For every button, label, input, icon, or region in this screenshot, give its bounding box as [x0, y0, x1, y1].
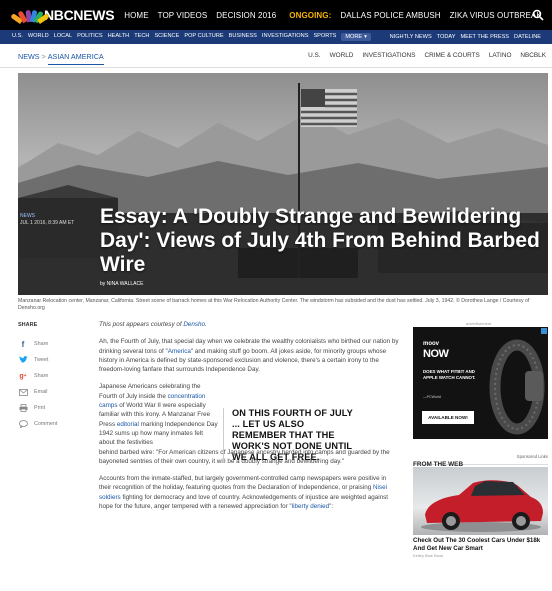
breadcrumb-asian-america[interactable]: ASIAN AMERICA	[47, 52, 104, 65]
ad-brand: NOW	[423, 348, 449, 360]
article-body: This post appears courtesy of Densho. Ah…	[99, 320, 399, 519]
subnav-business[interactable]: BUSINESS	[229, 33, 257, 41]
share-twitter[interactable]: Tweet	[18, 352, 88, 368]
hero-image: NEWS JUL 1 2016, 8:39 AM ET Essay: A 'Do…	[18, 73, 548, 295]
secnav-world[interactable]: WORLD	[330, 52, 354, 59]
ad-text: DOES WHAT FITBIT AND APPLE WATCH CANNOT.	[423, 369, 476, 380]
share-label: Share	[34, 341, 49, 347]
nav-home[interactable]: HOME	[124, 11, 148, 20]
subnav-politics[interactable]: POLITICS	[77, 33, 103, 41]
subnav-health[interactable]: HEALTH	[108, 33, 130, 41]
top-bar: NBCNEWS HOME TOP VIDEOS DECISION 2016 ON…	[0, 0, 552, 30]
subnav-pop-culture[interactable]: POP CULTURE	[184, 33, 223, 41]
article-title: Essay: A 'Doubly Strange and Bewildering…	[100, 205, 540, 276]
comment-icon	[18, 419, 28, 429]
subnav-investigations[interactable]: INVESTIGATIONS	[262, 33, 309, 41]
search-icon[interactable]	[532, 9, 544, 21]
p3-text-b: fighting for democracy and love of count…	[99, 493, 389, 511]
subnav-us[interactable]: U.S.	[12, 33, 23, 41]
secnav-us[interactable]: U.S.	[308, 52, 320, 59]
subnav-today[interactable]: TODAY	[437, 34, 456, 40]
nav-decision-2016[interactable]: DECISION 2016	[216, 11, 276, 20]
share-googleplus[interactable]: g + Share	[18, 368, 88, 384]
densho-link[interactable]: Densho	[183, 321, 205, 328]
secnav-nbcblk[interactable]: NBCBLK	[520, 52, 546, 59]
from-the-web-header: FROM THE WEB Sponsored Links	[413, 453, 548, 468]
subnav-local[interactable]: LOCAL	[54, 33, 72, 41]
liberty-denied-link[interactable]: liberty denied	[292, 503, 329, 510]
subnav-dateline[interactable]: DATELINE	[514, 34, 541, 40]
hero-tag[interactable]: NEWS	[20, 213, 35, 219]
sponsored-links[interactable]: Sponsored Links	[517, 454, 548, 459]
subnav-nightly-news[interactable]: NIGHTLY NEWS	[390, 34, 432, 40]
pull-quote: ON THIS FOURTH OF JULY ... LET US ALSO R…	[223, 408, 353, 463]
share-rail: SHARE f Share Tweet g + Share Email Print…	[18, 322, 88, 432]
intro-end: .	[205, 321, 207, 328]
share-label: Email	[34, 389, 48, 395]
paragraph-2: Japanese Americans celebrating the Fourt…	[99, 382, 219, 447]
hero-date: JUL 1 2016, 8:39 AM ET	[20, 220, 75, 226]
share-title: SHARE	[18, 322, 38, 328]
subnav-meet-the-press[interactable]: MEET THE PRESS	[460, 34, 509, 40]
breadcrumb-news[interactable]: NEWS	[18, 52, 40, 61]
p3-text-a: Accounts from the inmate-staffed, but la…	[99, 475, 387, 492]
share-label: Print	[34, 405, 46, 411]
secnav-crime-courts[interactable]: CRIME & COURTS	[425, 52, 480, 59]
share-label: Share	[34, 373, 49, 379]
advertisement[interactable]: moov NOW DOES WHAT FITBIT AND APPLE WATC…	[413, 327, 548, 439]
p3-text-c: ":	[329, 503, 334, 511]
car-image	[421, 480, 543, 532]
nav-top-videos[interactable]: TOP VIDEOS	[158, 11, 208, 20]
sponsored-title[interactable]: Check Out The 30 Coolest Cars Under $18k…	[413, 537, 548, 552]
twitter-icon	[18, 355, 28, 365]
logo-text: NBCNEWS	[44, 7, 115, 23]
ongoing-label: ONGOING:	[289, 10, 332, 20]
advertisement-label: advertisement	[466, 321, 492, 326]
share-label: Comment	[34, 421, 58, 427]
ad-cta-button[interactable]: AVAILABLE NOW!	[422, 411, 474, 424]
ad-brand-small: moov	[423, 341, 440, 347]
article-intro: This post appears courtesy of Densho.	[99, 320, 399, 329]
section-nav: U.S. WORLD INVESTIGATIONS CRIME & COURTS…	[299, 52, 546, 59]
editorial-link[interactable]: editorial	[117, 421, 139, 428]
subnav-world[interactable]: WORLD	[28, 33, 49, 41]
america-link[interactable]: America	[168, 348, 191, 355]
breadcrumb-row: NEWS > ASIAN AMERICA U.S. WORLD INVESTIGAT…	[0, 44, 552, 68]
section-bar: U.S. WORLD LOCAL POLITICS HEALTH TECH SC…	[0, 30, 552, 44]
photo-caption: Manzanar Relocation center, Manzanar, Ca…	[18, 298, 530, 311]
paragraph-1: Ah, the Fourth of July, that special day…	[99, 337, 399, 374]
googleplus-icon: g +	[19, 372, 27, 380]
subnav-science[interactable]: SCIENCE	[154, 33, 179, 41]
sponsored-source: Kelley Blue Book	[413, 553, 444, 558]
breadcrumb-separator: >	[41, 52, 46, 61]
chevron-down-icon: ▾	[364, 34, 367, 40]
peacock-icon	[10, 8, 50, 25]
subnav-sports[interactable]: SPORTS	[313, 33, 336, 41]
ongoing-zika[interactable]: ZIKA VIRUS OUTBREAK	[450, 11, 542, 20]
share-label: Tweet	[34, 357, 49, 363]
more-button[interactable]: MORE ▾	[341, 33, 371, 41]
subnav-tech[interactable]: TECH	[134, 33, 149, 41]
secnav-investigations[interactable]: INVESTIGATIONS	[362, 52, 415, 59]
share-comment[interactable]: Comment	[18, 416, 88, 432]
secnav-latino[interactable]: LATINO	[489, 52, 512, 59]
paragraph-3: Accounts from the inmate-staffed, but la…	[99, 474, 399, 511]
share-facebook[interactable]: f Share	[18, 336, 88, 352]
breadcrumb: NEWS > ASIAN AMERICA	[18, 52, 104, 65]
print-icon	[18, 403, 28, 413]
email-icon	[18, 387, 28, 397]
share-print[interactable]: Print	[18, 400, 88, 416]
ad-source: —PCWorld	[423, 395, 441, 399]
more-label: MORE	[345, 34, 363, 40]
share-email[interactable]: Email	[18, 384, 88, 400]
sponsored-image[interactable]	[413, 467, 548, 535]
wristband-image	[489, 339, 545, 435]
ad-choices-icon[interactable]	[541, 328, 547, 334]
facebook-icon: f	[21, 339, 25, 349]
nbc-logo[interactable]: NBCNEWS	[10, 7, 115, 25]
intro-text: This post appears courtesy of	[99, 321, 184, 328]
byline[interactable]: by NINA WALLACE	[100, 281, 143, 287]
ongoing-dallas[interactable]: DALLAS POLICE AMBUSH	[340, 11, 440, 20]
